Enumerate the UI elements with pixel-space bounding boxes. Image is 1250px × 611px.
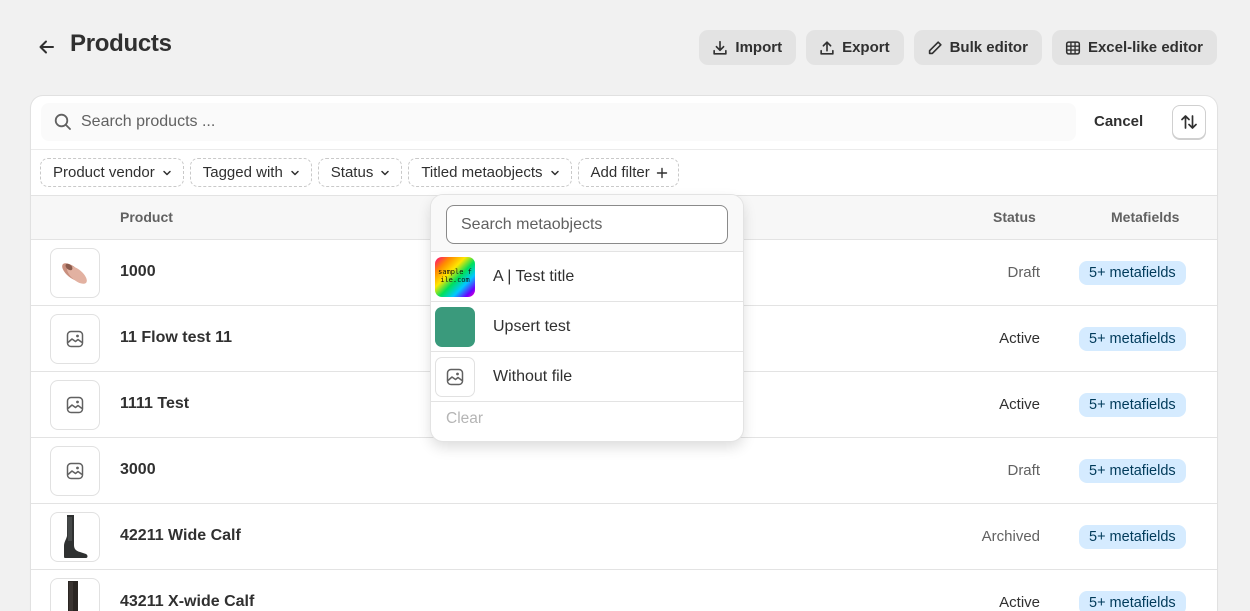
product-name[interactable]: 1111 Test (120, 395, 189, 413)
metaobjects-search-input[interactable] (446, 205, 728, 244)
product-status: Active (999, 330, 1040, 347)
chevron-down-icon (291, 170, 299, 175)
product-status: Archived (981, 528, 1040, 545)
import-button-label: Import (735, 39, 783, 56)
product-name[interactable]: 11 Flow test 11 (120, 329, 232, 347)
header-actions: Import Export Bulk editor Excel-like edi… (699, 30, 1217, 65)
product-thumbnail (50, 380, 100, 430)
metaobjects-search-wrap (431, 195, 743, 252)
placeholder-image-icon (446, 368, 464, 385)
metafields-badge[interactable]: 5+ metafields (1079, 327, 1186, 351)
placeholder-image-icon (66, 330, 84, 348)
export-button[interactable]: Export (806, 30, 904, 65)
product-name[interactable]: 1000 (120, 263, 156, 281)
filter-product-vendor[interactable]: Product vendor (40, 158, 184, 187)
product-thumbnail (50, 512, 100, 562)
metafields-badge[interactable]: 5+ metafields (1079, 459, 1186, 483)
metaobject-option[interactable]: Without file (431, 352, 743, 402)
pencil-icon (928, 40, 942, 54)
boot-image (64, 515, 88, 558)
product-status: Active (999, 396, 1040, 413)
metaobject-option-label: Upsert test (493, 317, 571, 335)
metaobject-option-label: A | Test title (493, 267, 575, 285)
cancel-button[interactable]: Cancel (1094, 113, 1143, 130)
table-row[interactable]: 3000 Draft 5+ metafields (31, 438, 1217, 504)
filter-status[interactable]: Status (317, 158, 403, 187)
search-icon (54, 113, 71, 130)
export-button-label: Export (842, 39, 890, 56)
back-button[interactable] (34, 34, 60, 60)
filter-label: Status (330, 164, 374, 181)
boot-image (68, 581, 78, 611)
placeholder-image-icon (66, 396, 84, 414)
metafields-badge[interactable]: 5+ metafields (1079, 261, 1186, 285)
chevron-down-icon (381, 170, 390, 175)
metafields-badge[interactable]: 5+ metafields (1079, 393, 1186, 417)
metafields-badge[interactable]: 5+ metafields (1079, 525, 1186, 549)
filter-row: Product vendor Tagged with Status Titled… (31, 150, 1217, 196)
page-title: Products (70, 30, 172, 57)
rainbow-sample-image: sample file.com (435, 256, 475, 297)
placeholder-image-icon (66, 462, 84, 480)
metaobject-option[interactable]: Upsert test (431, 302, 743, 352)
grid-icon (1065, 40, 1081, 55)
filter-label: Tagged with (202, 164, 283, 181)
product-name[interactable]: 43211 X-wide Calf (120, 593, 254, 611)
green-swatch (435, 306, 475, 347)
filter-label: Add filter (590, 164, 650, 181)
plus-icon (656, 167, 667, 178)
product-status: Active (999, 594, 1040, 611)
filter-label: Titled metaobjects (421, 164, 543, 181)
export-icon (820, 40, 834, 55)
product-thumbnail (50, 578, 100, 611)
metafields-badge[interactable]: 5+ metafields (1079, 591, 1186, 611)
arrow-left-icon (39, 40, 54, 54)
filter-titled-metaobjects[interactable]: Titled metaobjects (408, 158, 572, 187)
product-thumbnail (50, 314, 100, 364)
sort-arrows-icon (1181, 115, 1197, 129)
import-icon (713, 40, 728, 55)
clear-button[interactable]: Clear (431, 402, 743, 428)
metaobject-option-label: Without file (493, 367, 573, 385)
chevron-down-icon (550, 170, 559, 175)
sort-button[interactable] (1172, 105, 1206, 139)
excel-like-editor-button-label: Excel-like editor (1087, 39, 1203, 56)
placeholder-thumb (435, 356, 475, 397)
thumb-watermark-text: sample file.com (438, 267, 472, 284)
bulk-editor-button-label: Bulk editor (949, 39, 1028, 56)
table-row[interactable]: 42211 Wide Calf Archived 5+ metafields (31, 504, 1217, 570)
excel-like-editor-button[interactable]: Excel-like editor (1051, 30, 1217, 65)
column-header-status[interactable]: Status (993, 209, 1036, 225)
product-name[interactable]: 3000 (120, 461, 156, 479)
product-thumbnail (50, 446, 100, 496)
product-status: Draft (1007, 264, 1040, 281)
search-box[interactable] (41, 103, 1076, 141)
search-row: Cancel (31, 96, 1217, 150)
product-thumbnail (50, 248, 100, 298)
column-header-product[interactable]: Product (120, 209, 173, 225)
filter-tagged-with[interactable]: Tagged with (189, 158, 312, 187)
metaobject-option[interactable]: sample file.com A | Test title (431, 252, 743, 302)
column-header-metafields[interactable]: Metafields (1111, 209, 1179, 225)
metaobjects-popover: sample file.com A | Test title Upsert te… (431, 195, 743, 441)
product-status: Draft (1007, 462, 1040, 479)
chevron-down-icon (162, 170, 171, 175)
product-name[interactable]: 42211 Wide Calf (120, 527, 241, 545)
page-header: Products Import Export Bulk editor Excel… (0, 0, 1250, 96)
table-row[interactable]: 43211 X-wide Calf Active 5+ metafields (31, 570, 1217, 611)
slippers-image (62, 263, 87, 284)
import-button[interactable]: Import (699, 30, 797, 65)
search-input[interactable] (81, 113, 981, 131)
filter-label: Product vendor (53, 164, 155, 181)
bulk-editor-button[interactable]: Bulk editor (913, 30, 1042, 65)
add-filter-button[interactable]: Add filter (577, 158, 679, 187)
